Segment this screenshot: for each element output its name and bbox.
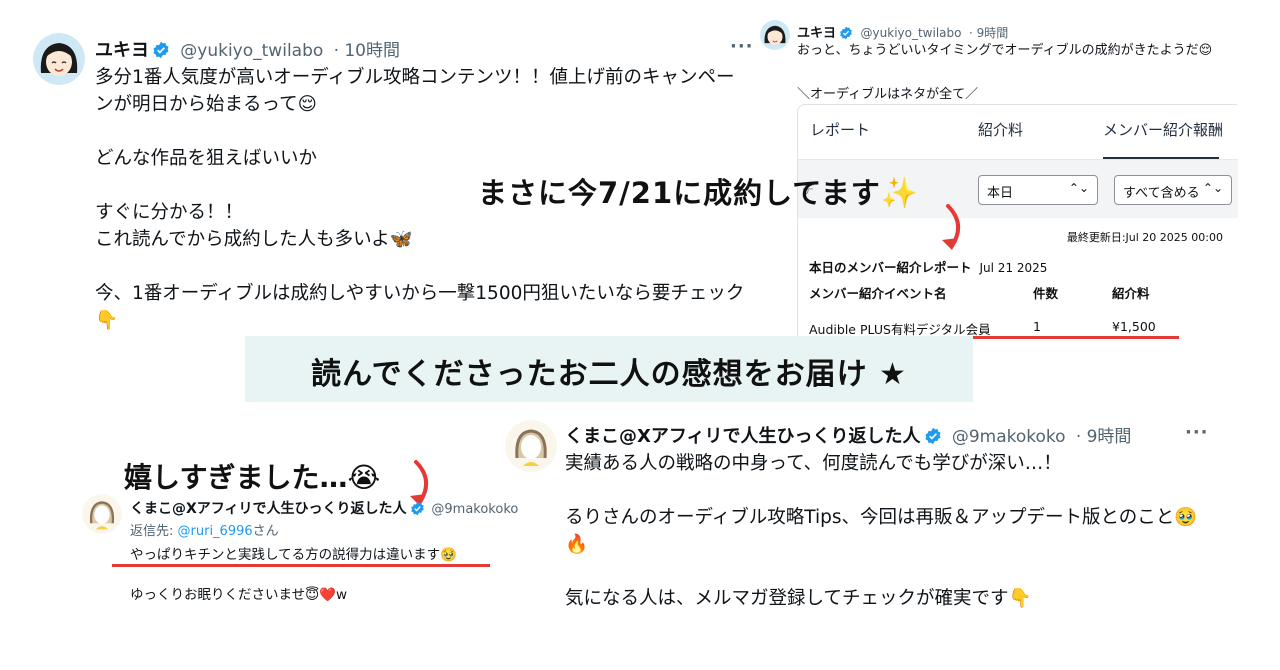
report-title: 本日のメンバー紹介レポート Jul 21 2025 <box>809 260 1048 275</box>
display-name[interactable]: ユキヨ <box>95 40 149 61</box>
tab-referral-fee[interactable]: 紹介料 <box>978 119 1023 140</box>
banner-text: 読んでくださったお二人の感想をお届け ★ <box>311 357 907 392</box>
chevron-updown-icon: ⌃⌄ <box>1068 181 1089 195</box>
row-count: 1 <box>1033 319 1041 334</box>
handle[interactable]: @yukiyo_twilabo <box>861 26 962 40</box>
period-select-value: 本日 <box>987 186 1014 201</box>
curved-arrow-icon <box>942 204 960 250</box>
reply-text-line1: やっぱりキチンと実践してる方の説得力は違います🥹 <box>130 547 457 563</box>
display-name[interactable]: ユキヨ <box>797 26 836 41</box>
col-fee: 紹介料 <box>1112 286 1150 301</box>
tweet-top-right-text: おっと、ちょうどいいタイミングでオーディブルの成約がきたようだ😌 ＼オーディブル… <box>797 43 1213 102</box>
col-count: 件数 <box>1033 286 1059 301</box>
display-name[interactable]: くまこ@Xアフィリで人生ひっくり返した人 <box>130 501 407 517</box>
verified-badge-icon <box>924 427 942 445</box>
affiliate-report-panel: レポート 紹介料 メンバー紹介報酬 デ 本日 ⌃⌄ すべて含める ⌃⌄ 最終更新… <box>797 104 1238 344</box>
handle[interactable]: @9makokoko <box>952 427 1066 447</box>
verified-badge-icon <box>839 26 853 40</box>
timestamp[interactable]: · 9時間 <box>969 26 1008 40</box>
more-options-icon[interactable]: ··· <box>730 36 754 57</box>
tab-report[interactable]: レポート <box>810 119 870 140</box>
include-select-value: すべて含める <box>1123 186 1200 201</box>
tweet-bottom-right-text: 実績ある人の戦略の中身って、何度読んでも学びが深い…！ るりさんのオーディブル攻… <box>565 453 1198 609</box>
red-underline <box>112 564 490 567</box>
report-date: Jul 21 2025 <box>979 261 1048 275</box>
reply-text-line2: ゆっくりお眠りくださいませ😇❤️w <box>130 587 348 603</box>
avatar-yukiyo-small[interactable] <box>760 20 790 50</box>
tweet-bottom-right-header: くまこ@Xアフィリで人生ひっくり返した人 @9makokoko · 9時間 <box>565 422 1131 448</box>
avatar-kumako[interactable] <box>505 420 557 472</box>
handle[interactable]: @9makokoko <box>431 502 518 517</box>
annotation-conversion: まさに今7/21に成約してます✨ <box>478 176 920 211</box>
sparkles-icon: ✨ <box>880 176 920 211</box>
include-select[interactable]: すべて含める ⌃⌄ <box>1114 175 1232 205</box>
period-select[interactable]: 本日 ⌃⌄ <box>978 175 1098 205</box>
col-event: メンバー紹介イベント名 <box>809 286 947 301</box>
avatar-girl-illustration <box>760 20 790 50</box>
reply-to-handle[interactable]: @ruri_6996 <box>178 524 253 539</box>
headline-banner: 読んでくださったお二人の感想をお届け ★ <box>245 336 973 402</box>
tab-member-referral[interactable]: メンバー紹介報酬 <box>1103 119 1223 140</box>
tweet-top-right-header: ユキヨ @yukiyo_twilabo · 9時間 <box>797 22 1008 41</box>
timestamp[interactable]: · 9時間 <box>1076 427 1132 447</box>
timestamp[interactable]: · 10時間 <box>334 41 400 61</box>
handle[interactable]: @yukiyo_twilabo <box>180 41 323 61</box>
verified-badge-icon <box>152 41 170 59</box>
display-name[interactable]: くまこ@Xアフィリで人生ひっくり返した人 <box>565 426 921 447</box>
avatar-kumako-small[interactable] <box>82 494 122 534</box>
verified-badge-icon <box>410 501 425 516</box>
avatar-girl-sketch <box>82 494 122 534</box>
reply-to-line: 返信先: @ruri_6996さん <box>130 524 279 539</box>
reply-tweet-header: くまこ@Xアフィリで人生ひっくり返した人 @9makokoko <box>130 498 518 518</box>
annotation-happy: 嬉しすぎました…😭 <box>124 461 381 494</box>
avatar-yukiyo[interactable] <box>33 33 85 85</box>
avatar-girl-illustration <box>33 33 85 85</box>
chevron-updown-icon: ⌃⌄ <box>1202 181 1223 195</box>
avatar-girl-sketch <box>505 420 557 472</box>
active-tab-indicator <box>1103 157 1219 159</box>
last-updated: 最終更新日:Jul 20 2025 00:00 <box>1066 231 1223 244</box>
more-options-icon[interactable]: ··· <box>1185 422 1209 443</box>
tweet-main-header: ユキヨ @yukiyo_twilabo · 10時間 <box>95 36 400 62</box>
row-fee: ¥1,500 <box>1112 319 1156 334</box>
